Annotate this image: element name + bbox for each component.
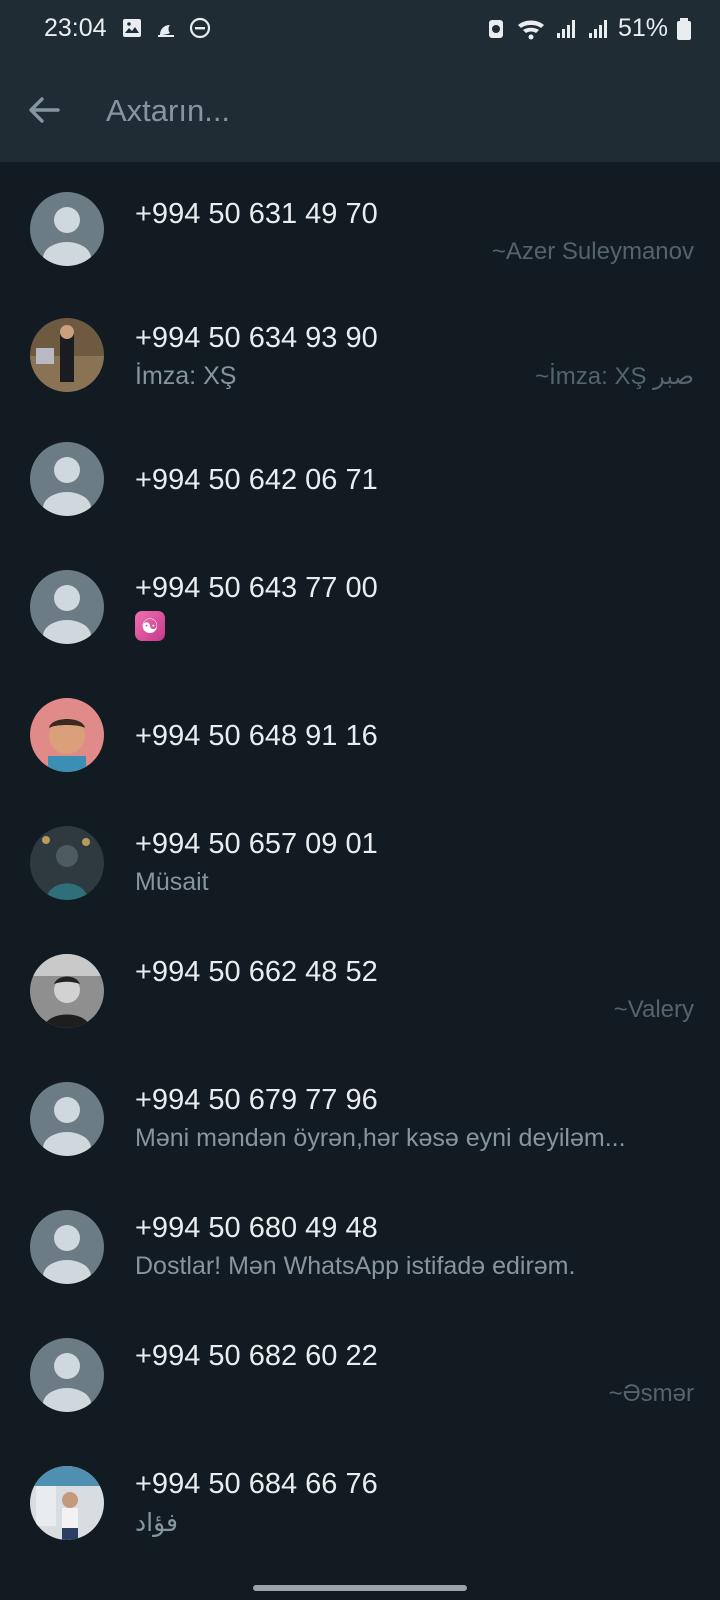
avatar	[30, 1466, 104, 1540]
contact-name: +994 50 634 93 90	[135, 322, 378, 354]
contact-about: Məni məndən öyrən,hər kəsə eyni deyiləm.…	[135, 1124, 626, 1152]
do-not-disturb-icon	[189, 17, 211, 39]
default-avatar-icon	[30, 192, 104, 266]
contact-about: ☯	[141, 614, 159, 638]
avatar	[30, 318, 104, 392]
status-bar: 23:04 51%	[0, 0, 720, 58]
yin-yang-emoji-icon: ☯	[135, 611, 165, 641]
contact-name: +994 50 631 49 70	[135, 198, 378, 230]
battery-saver-icon	[488, 19, 503, 38]
back-arrow-icon[interactable]	[22, 88, 66, 132]
contact-name: +994 50 682 60 22	[135, 1340, 378, 1372]
contact-name: +994 50 679 77 96	[135, 1084, 378, 1116]
default-avatar-icon	[30, 1338, 104, 1412]
contact-row[interactable]: +994 50 642 06 71	[0, 418, 720, 546]
contact-pushname: ~Əsmər	[608, 1380, 694, 1407]
status-time: 23:04	[44, 14, 107, 42]
contact-pushname: ~Valery	[613, 996, 694, 1023]
avatar	[30, 192, 104, 266]
contact-about: Müsait	[135, 868, 209, 896]
profile-photo	[30, 698, 104, 772]
contact-name: +994 50 680 49 48	[135, 1212, 378, 1244]
contact-row[interactable]: +994 50 643 77 00 ☯	[0, 546, 720, 674]
avatar	[30, 1082, 104, 1156]
default-avatar-icon	[30, 570, 104, 644]
avatar	[30, 570, 104, 644]
contact-row[interactable]: +994 50 648 91 16	[0, 674, 720, 802]
default-avatar-icon	[30, 442, 104, 516]
contact-about: فؤاد	[135, 1509, 178, 1537]
avatar	[30, 1338, 104, 1412]
signal-icon	[588, 19, 607, 38]
avatar	[30, 954, 104, 1028]
avatar	[30, 442, 104, 516]
search-input[interactable]	[104, 84, 688, 138]
contact-row[interactable]: +994 50 657 09 01 Müsait	[0, 802, 720, 930]
contact-name: +994 50 648 91 16	[135, 720, 378, 752]
battery-percentage: 51%	[617, 14, 668, 42]
contact-row[interactable]: +994 50 634 93 90 İmza: XŞ ~İmza: XŞ صبر	[0, 290, 720, 418]
contact-row[interactable]: +994 50 684 66 76 فؤاد	[0, 1442, 720, 1570]
avatar	[30, 1210, 104, 1284]
contact-about: Dostlar! Mən WhatsApp istifadə edirəm.	[135, 1252, 576, 1280]
profile-photo	[30, 1466, 104, 1540]
contact-pushname: ~İmza: XŞ صبر	[535, 363, 694, 390]
contact-name: +994 50 657 09 01	[135, 828, 378, 860]
contact-row[interactable]: +994 50 631 49 70 ~Azer Suleymanov	[0, 162, 720, 290]
contact-name: +994 50 643 77 00	[135, 572, 378, 604]
status-right: 51%	[484, 14, 692, 43]
gallery-icon	[123, 19, 141, 37]
avatar	[30, 698, 104, 772]
avatar	[30, 826, 104, 900]
profile-photo	[30, 318, 104, 392]
contact-row[interactable]: +994 50 679 77 96 Məni məndən öyrən,hər …	[0, 1058, 720, 1186]
home-indicator[interactable]	[253, 1585, 467, 1591]
battery-icon	[677, 17, 691, 40]
contact-row[interactable]: +994 50 662 48 52 ~Valery	[0, 930, 720, 1058]
default-avatar-icon	[30, 1082, 104, 1156]
search-toolbar	[0, 58, 720, 162]
contact-name: +994 50 684 66 76	[135, 1468, 378, 1500]
contact-row[interactable]: +994 50 682 60 22 ~Əsmər	[0, 1314, 720, 1442]
signal-icon	[556, 19, 575, 38]
status-left-icons	[120, 16, 212, 40]
contact-name: +994 50 662 48 52	[135, 956, 378, 988]
contact-about: İmza: XŞ	[135, 362, 237, 390]
profile-photo	[30, 954, 104, 1028]
contact-pushname: ~Azer Suleymanov	[491, 238, 694, 265]
moon-icon	[158, 25, 174, 37]
default-avatar-icon	[30, 1210, 104, 1284]
contact-name: +994 50 642 06 71	[135, 464, 378, 496]
contact-row[interactable]: +994 50 680 49 48 Dostlar! Mən WhatsApp …	[0, 1186, 720, 1314]
wifi-icon	[517, 20, 544, 39]
profile-photo	[30, 826, 104, 900]
